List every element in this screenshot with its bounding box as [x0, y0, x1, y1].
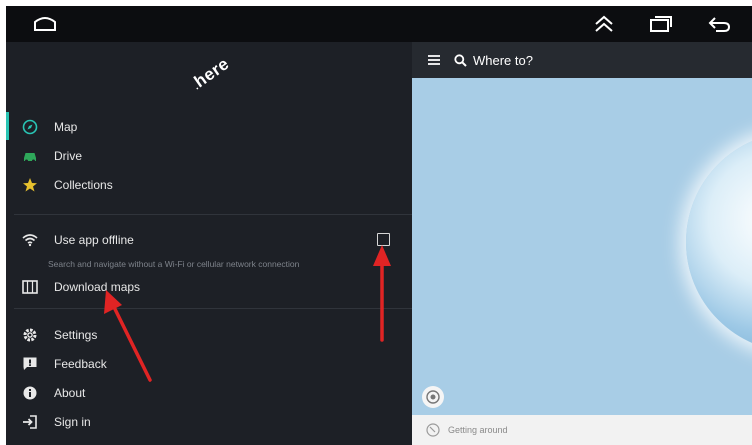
- info-icon: [20, 383, 40, 403]
- status-text: Getting around: [448, 425, 508, 435]
- menu-item-label: Download maps: [54, 280, 141, 294]
- menu-item-label: About: [54, 386, 86, 400]
- menu-item-drive[interactable]: Drive: [20, 143, 400, 169]
- status-bar: Getting around: [412, 415, 752, 445]
- menu-item-label: Map: [54, 120, 78, 134]
- getting-around-icon: [426, 423, 440, 437]
- compass-icon: [20, 117, 40, 137]
- feedback-icon: [20, 354, 40, 374]
- menu-item-label: Use app offline: [54, 233, 134, 247]
- menu-item-label: Feedback: [54, 357, 107, 371]
- star-icon: [20, 175, 40, 195]
- back-icon[interactable]: [706, 12, 732, 36]
- menu-item-label: Settings: [54, 328, 98, 342]
- offline-checkbox[interactable]: [377, 233, 390, 246]
- menu-item-about[interactable]: About: [20, 380, 400, 406]
- search-bar[interactable]: Where to?: [412, 42, 752, 78]
- map-download-icon: [20, 277, 40, 297]
- sign-in-icon: [20, 412, 40, 432]
- offline-description: Search and navigate without a Wi-Fi or c…: [48, 259, 300, 269]
- expand-up-icon[interactable]: [591, 12, 617, 36]
- menu-item-label: Drive: [54, 149, 83, 163]
- gear-icon: [20, 325, 40, 345]
- search-icon: [454, 53, 467, 67]
- wifi-icon: [20, 230, 40, 250]
- menu-item-settings[interactable]: Settings: [20, 322, 400, 348]
- divider: [14, 308, 412, 309]
- recent-apps-icon[interactable]: [647, 12, 673, 36]
- menu-item-collections[interactable]: Collections: [20, 172, 400, 198]
- search-input[interactable]: Where to?: [473, 53, 533, 68]
- system-nav-bar: [6, 6, 752, 42]
- menu-item-label: Sign in: [54, 415, 91, 429]
- globe-image: [686, 132, 752, 352]
- compass-button[interactable]: [422, 386, 444, 408]
- menu-item-sign-in[interactable]: Sign in: [20, 409, 400, 435]
- menu-item-map[interactable]: Map: [20, 114, 400, 140]
- map-view[interactable]: Where to? Getting around: [412, 42, 752, 445]
- side-menu: .here Map Drive Collections Use app offl…: [6, 42, 412, 445]
- menu-item-feedback[interactable]: Feedback: [20, 351, 400, 377]
- menu-item-label: Collections: [54, 178, 113, 192]
- here-logo: .here: [190, 53, 233, 93]
- car-icon: [20, 146, 40, 166]
- divider: [14, 214, 412, 215]
- device-screen: .here Map Drive Collections Use app offl…: [6, 6, 752, 445]
- menu-item-use-offline[interactable]: Use app offline: [20, 227, 400, 253]
- active-indicator: [6, 112, 9, 140]
- menu-item-download-maps[interactable]: Download maps: [20, 274, 400, 300]
- home-icon[interactable]: [32, 12, 58, 36]
- menu-icon[interactable]: [428, 53, 442, 67]
